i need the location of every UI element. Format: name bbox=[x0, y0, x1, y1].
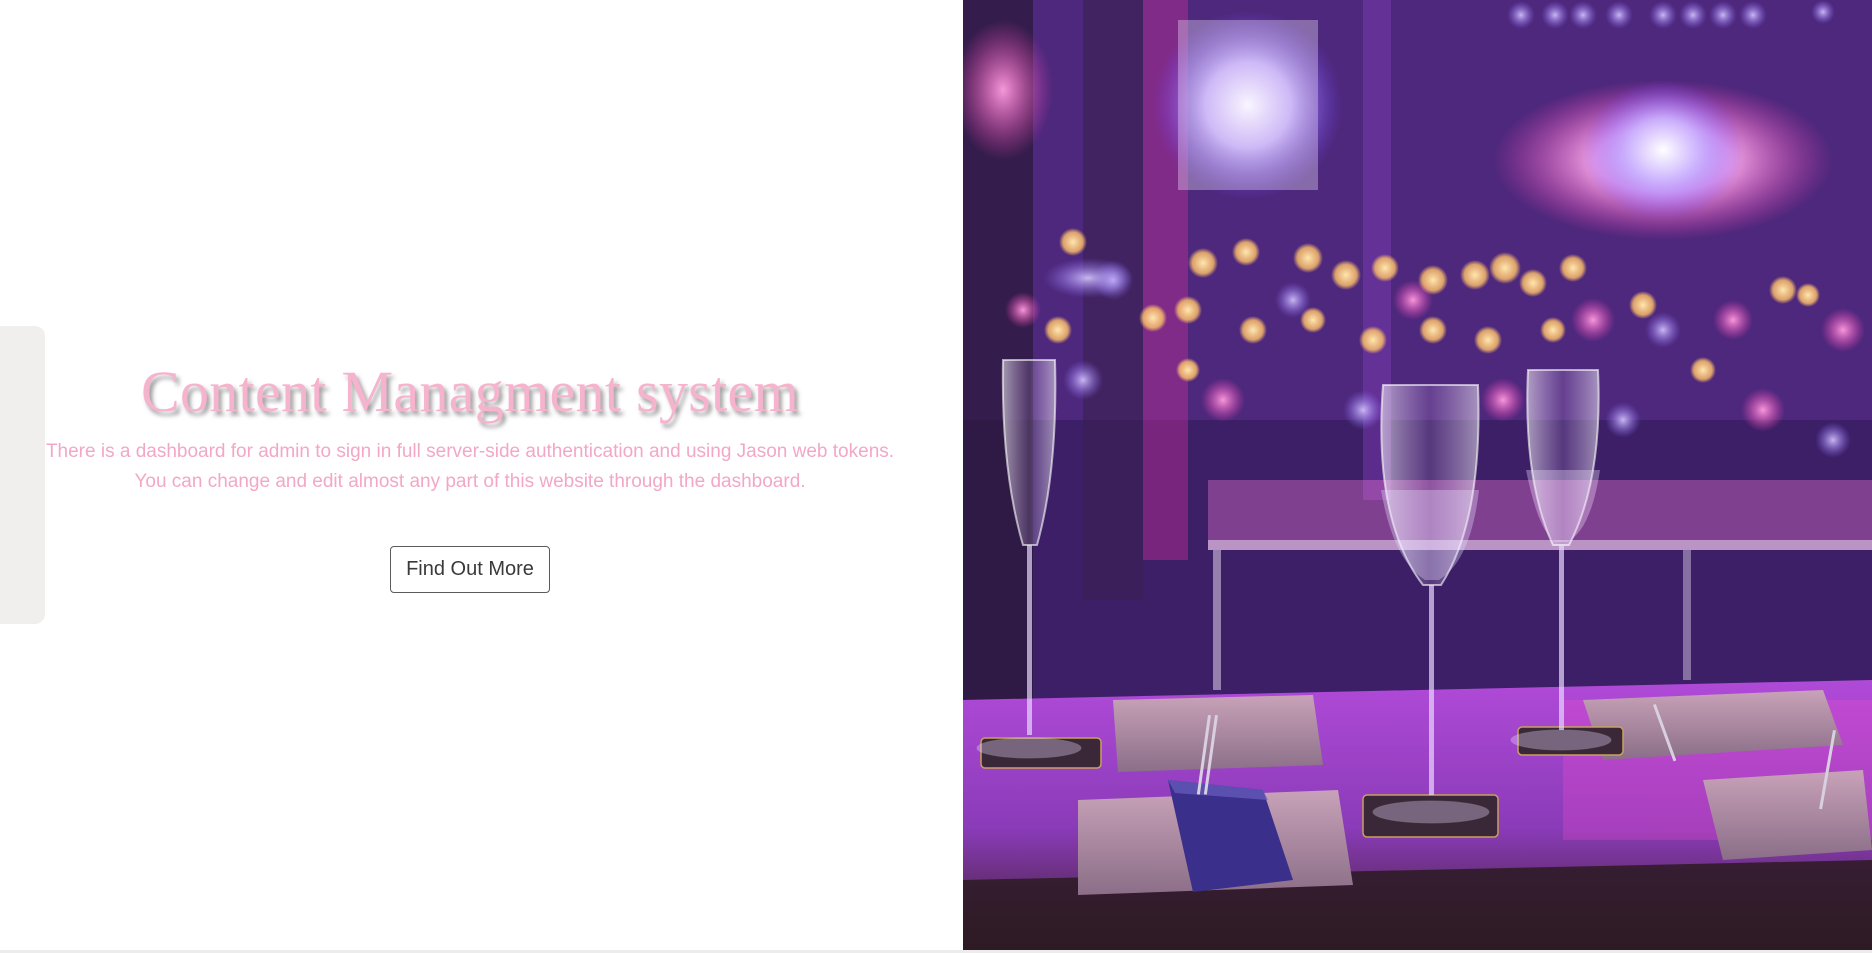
hero-title: Content Managment system bbox=[140, 359, 799, 424]
hero-description-line-1: There is a dashboard for admin to sign i… bbox=[45, 441, 895, 462]
page: Content Managment system There is a dash… bbox=[0, 0, 1872, 953]
party-scene-illustration bbox=[963, 0, 1872, 950]
find-out-more-button[interactable]: Find Out More bbox=[390, 546, 550, 593]
hero-description-line-2: You can change and edit almost any part … bbox=[134, 471, 806, 492]
hero-section: Content Managment system There is a dash… bbox=[0, 0, 963, 950]
hero-image bbox=[963, 0, 1872, 950]
hero-description: There is a dashboard for admin to sign i… bbox=[0, 437, 940, 497]
